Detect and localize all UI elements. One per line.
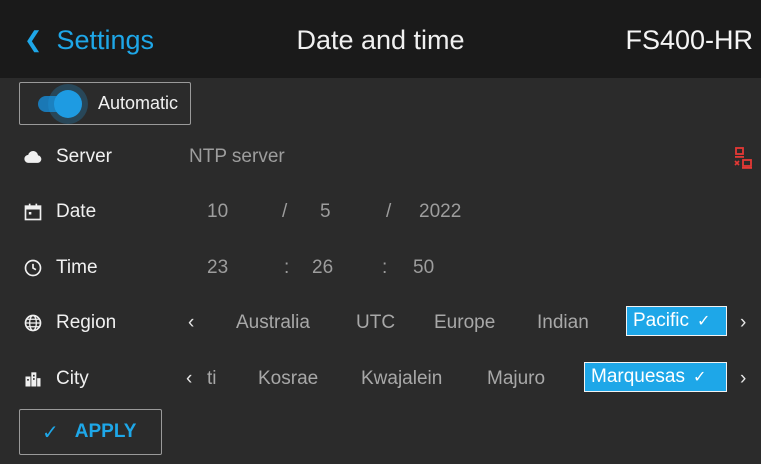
city-option[interactable]: Kwajalein	[361, 368, 442, 390]
date-row: Date 10 / 5 / 2022	[0, 192, 761, 232]
region-row: Region ‹ Australia UTC Europe Indian Pac…	[0, 303, 761, 343]
check-icon: ✓	[696, 313, 711, 330]
time-label: Time	[56, 257, 98, 278]
region-next-chevron-right-icon[interactable]: ›	[740, 312, 746, 334]
date-label: Date	[56, 201, 97, 222]
city-selected-label: Marquesas	[591, 366, 685, 387]
clock-icon	[24, 259, 42, 277]
time-second[interactable]: 50	[413, 257, 434, 279]
server-input[interactable]: NTP server	[189, 146, 285, 168]
calendar-icon	[24, 203, 42, 221]
time-hour[interactable]: 23	[207, 257, 228, 279]
region-label: Region	[56, 312, 117, 333]
city-option-partial[interactable]: ti	[207, 368, 217, 390]
device-name: FS400-HR	[625, 25, 753, 55]
city-option[interactable]: Kosrae	[258, 368, 318, 390]
city-icon	[25, 372, 41, 387]
toggle-switch[interactable]	[38, 89, 82, 118]
city-next-chevron-right-icon[interactable]: ›	[740, 368, 746, 390]
date-separator: /	[386, 201, 392, 222]
time-separator: :	[382, 257, 388, 278]
network-disconnected-icon	[734, 147, 752, 169]
server-row: Server NTP server	[0, 137, 761, 177]
date-day[interactable]: 10	[207, 201, 228, 223]
city-row: City ‹ ti Kosrae Kwajalein Majuro Marque…	[0, 359, 761, 399]
region-option[interactable]: UTC	[356, 312, 395, 334]
time-row: Time 23 : 26 : 50	[0, 248, 761, 288]
city-option[interactable]: Majuro	[487, 368, 545, 390]
date-month[interactable]: 5	[320, 201, 331, 223]
region-option-selected[interactable]: Pacific ✓	[626, 306, 727, 336]
city-label: City	[56, 368, 89, 389]
region-prev-chevron-left-icon[interactable]: ‹	[188, 312, 194, 334]
time-separator: :	[284, 257, 290, 278]
region-option[interactable]: Indian	[537, 312, 589, 334]
globe-icon	[24, 314, 42, 332]
automatic-toggle-button[interactable]: Automatic	[19, 82, 191, 125]
server-label: Server	[56, 146, 112, 167]
toggle-knob	[54, 89, 82, 118]
check-icon: ✓	[693, 369, 707, 386]
apply-button[interactable]: ✓ APPLY	[19, 409, 162, 455]
header-bar: ❮ Settings Date and time FS400-HR	[0, 0, 761, 78]
automatic-label: Automatic	[98, 93, 179, 113]
date-year[interactable]: 2022	[419, 201, 461, 223]
check-icon: ✓	[42, 421, 59, 444]
city-prev-chevron-left-icon[interactable]: ‹	[186, 368, 192, 390]
region-selected-label: Pacific	[633, 310, 689, 331]
cloud-icon	[24, 151, 42, 163]
date-separator: /	[282, 201, 288, 222]
city-option-selected[interactable]: Marquesas ✓	[584, 362, 727, 392]
region-option[interactable]: Europe	[434, 312, 495, 334]
time-minute[interactable]: 26	[312, 257, 333, 279]
apply-label: APPLY	[74, 421, 137, 442]
region-option[interactable]: Australia	[236, 312, 310, 334]
